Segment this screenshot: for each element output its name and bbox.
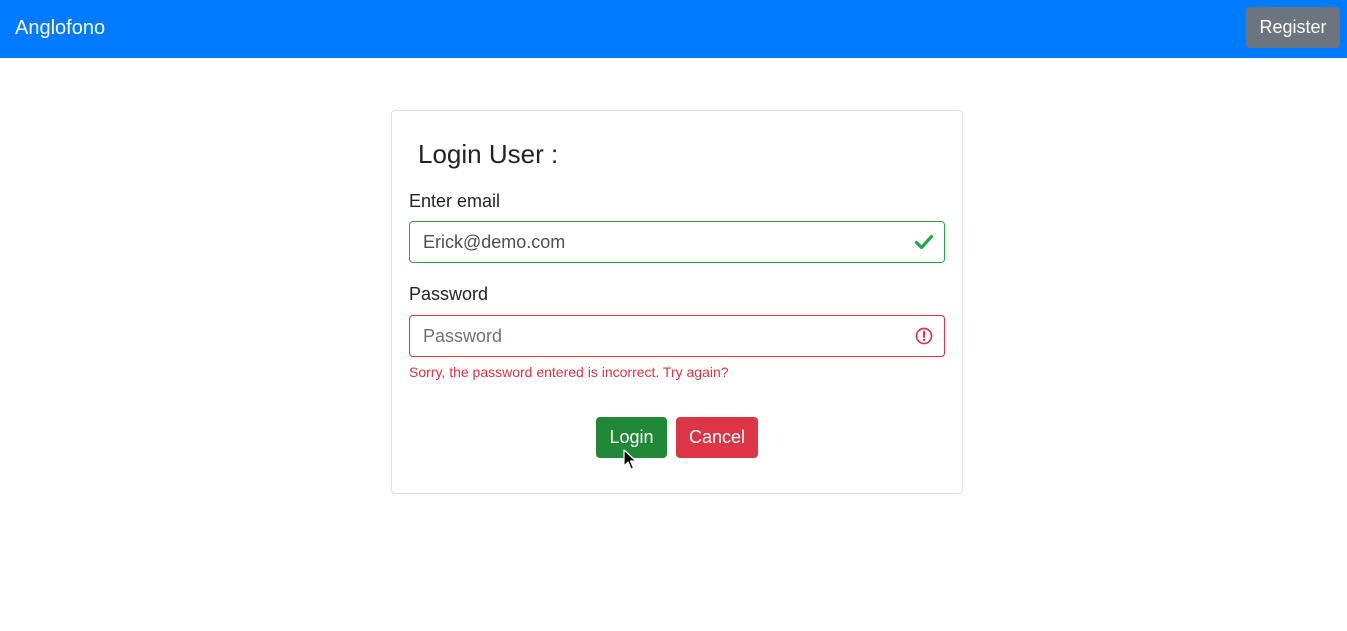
register-button[interactable]: Register (1246, 7, 1340, 48)
email-label: Enter email (409, 191, 501, 211)
brand-link[interactable]: Anglofono (15, 15, 105, 41)
top-navbar: Anglofono Register (0, 0, 1347, 58)
card-title: Login User : (418, 139, 559, 169)
cancel-button[interactable]: Cancel (676, 417, 758, 458)
check-icon (914, 234, 934, 250)
password-label: Password (409, 284, 489, 304)
email-field[interactable] (409, 221, 945, 263)
password-error-message: Sorry, the password entered is incorrect… (409, 364, 729, 380)
login-card: Login User : Enter email Password Sorry,… (391, 110, 963, 494)
password-field[interactable] (409, 315, 945, 357)
mouse-pointer-icon (623, 449, 637, 470)
exclamation-circle-icon (915, 327, 933, 345)
